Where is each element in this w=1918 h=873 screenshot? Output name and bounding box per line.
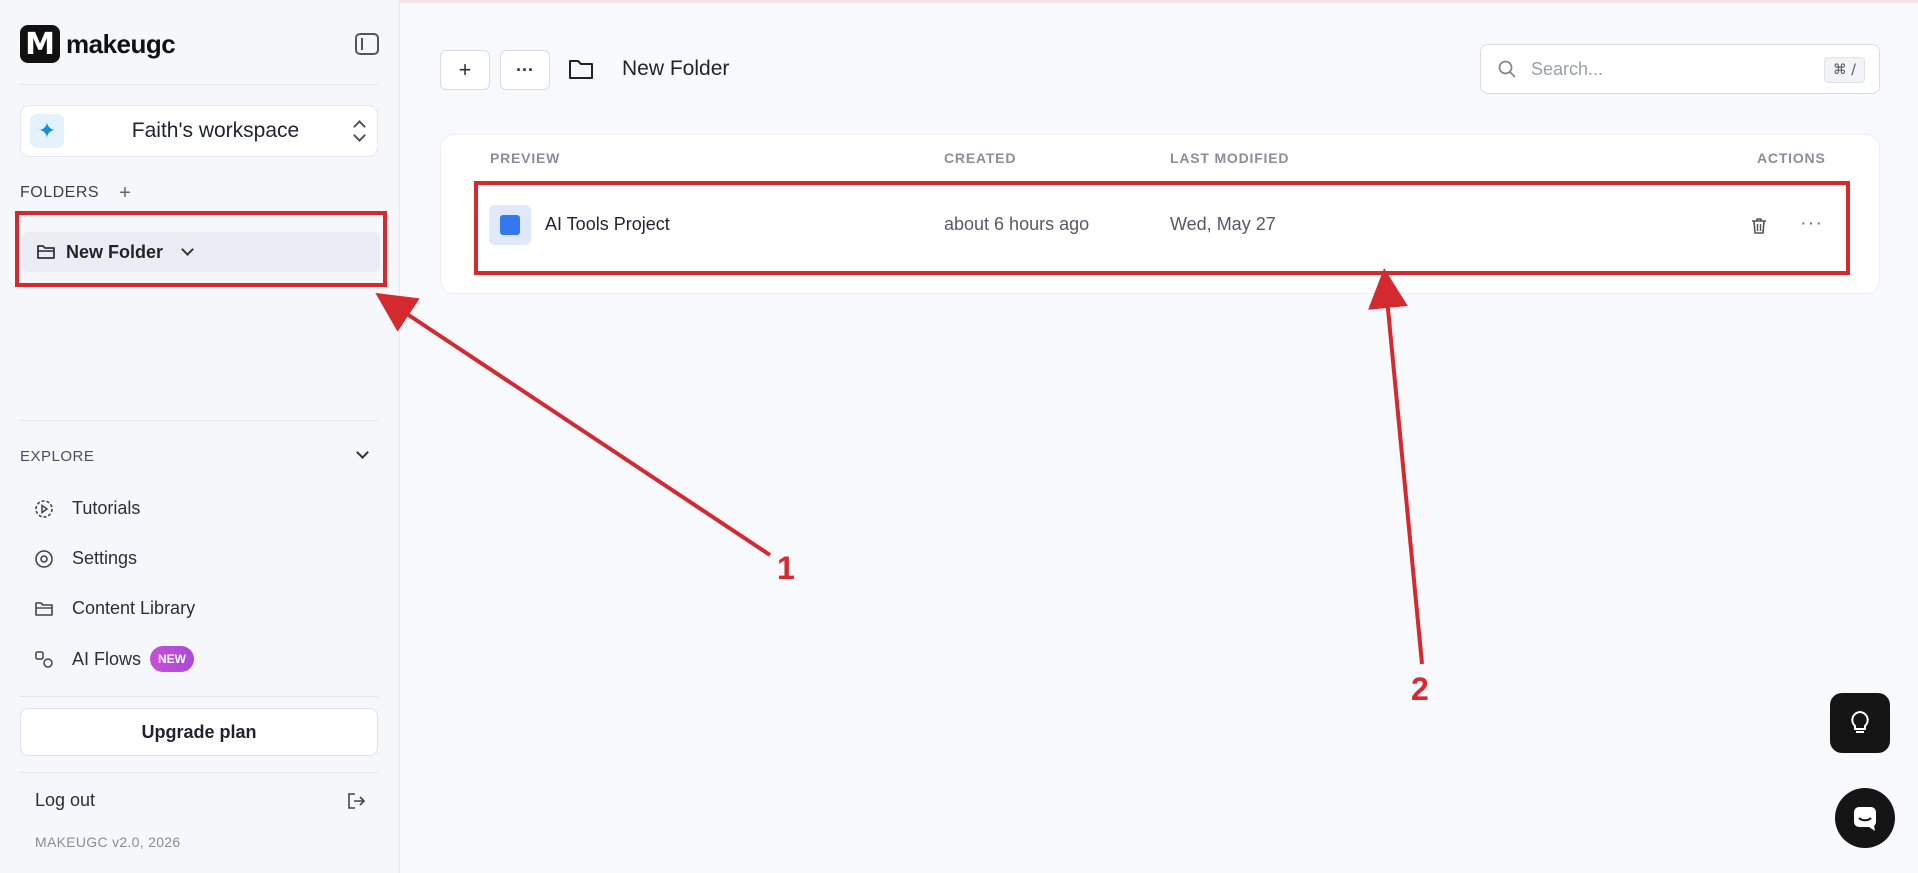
- chat-support-button[interactable]: [1835, 788, 1895, 848]
- chat-icon: [1854, 807, 1876, 831]
- annotation-label-1: 1: [777, 550, 795, 586]
- tips-button[interactable]: [1830, 693, 1890, 753]
- arrow-1: [375, 292, 772, 557]
- annotation-arrows: [375, 268, 1424, 665]
- annotation-label-2: 2: [1411, 671, 1429, 707]
- arrow-2: [1367, 268, 1424, 665]
- lightbulb-icon: [1851, 710, 1869, 733]
